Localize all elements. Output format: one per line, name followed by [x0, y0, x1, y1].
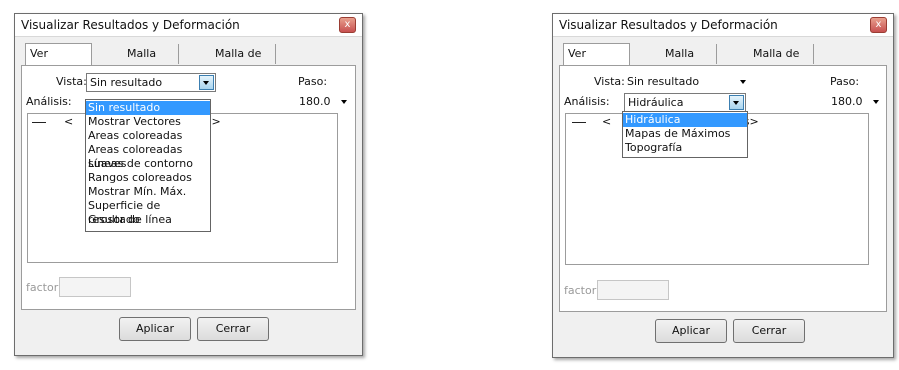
dropdown-option[interactable]: Mostrar Vectores — [86, 115, 210, 129]
close-icon[interactable]: x — [870, 17, 887, 33]
chevron-down-icon[interactable] — [729, 95, 744, 110]
tab-ver-resultados[interactable]: Ver resultados — [25, 43, 93, 80]
dropdown-option[interactable]: Areas coloreadas suaves — [86, 143, 210, 170]
vista-value: Sin resultado — [90, 76, 163, 89]
vista-select[interactable]: Sin resultado — [86, 73, 216, 92]
analisis-label: Análisis: — [564, 95, 610, 108]
chevron-down-icon[interactable] — [740, 80, 746, 84]
dropdown-option[interactable]: Areas coloreadas — [86, 129, 210, 143]
analisis-dropdown-list: Hidráulica Mapas de Máximos Topografía — [622, 111, 748, 158]
chevron-down-icon[interactable] — [199, 75, 214, 90]
apply-button[interactable]: Aplicar — [655, 319, 727, 343]
close-button[interactable]: Cerrar — [733, 319, 805, 343]
dropdown-option[interactable]: Mapas de Máximos — [623, 127, 747, 141]
left-titlebar: Visualizar Resultados y Deformación x — [15, 14, 362, 37]
factor-label: factor: — [26, 281, 62, 294]
paso-label: Paso: — [830, 75, 860, 88]
dropdown-option[interactable]: Sin resultado — [86, 101, 210, 115]
paso-select[interactable]: 180.0 — [828, 93, 884, 110]
left-dialog: Visualizar Resultados y Deformación x Ve… — [14, 13, 363, 356]
analisis-select[interactable]: Hidráulica — [624, 93, 746, 112]
paso-value: 180.0 — [831, 95, 863, 108]
chevron-down-icon[interactable] — [341, 100, 347, 104]
tab-malla-referencia[interactable]: Malla de referencia — [211, 44, 276, 80]
list-item-partial: < — [602, 115, 612, 128]
paso-value: 180.0 — [299, 95, 331, 108]
vista-label: Vista: — [594, 75, 625, 88]
right-panel: Vista: Sin resultado Paso: Análisis: Hid… — [559, 65, 887, 312]
factor-input[interactable] — [597, 280, 669, 300]
tab-ver-resultados[interactable]: Ver resultados — [563, 43, 631, 80]
factor-label: factor: — [564, 284, 600, 297]
tab-malla-principal[interactable]: Malla Principal — [123, 44, 179, 80]
vista-dropdown-list: Sin resultado Mostrar Vectores Areas col… — [85, 99, 211, 232]
right-dialog-title: Visualizar Resultados y Deformación — [559, 18, 778, 32]
line-style-dash — [32, 122, 46, 123]
tab-malla-principal[interactable]: Malla Principal — [661, 44, 717, 80]
vista-label: Vista: — [56, 75, 87, 88]
vista-value: Sin resultado — [627, 75, 700, 88]
dropdown-option[interactable]: Grosor de línea — [86, 213, 210, 227]
dropdown-option[interactable]: Mostrar Mín. Máx. — [86, 185, 210, 199]
chevron-down-icon[interactable] — [873, 100, 879, 104]
factor-input[interactable] — [59, 277, 131, 297]
apply-button[interactable]: Aplicar — [119, 317, 191, 341]
dropdown-option[interactable]: Superficie de resultado — [86, 199, 210, 226]
dropdown-option[interactable]: Hidráulica — [623, 113, 747, 127]
right-dialog: Visualizar Resultados y Deformación x Ve… — [552, 13, 894, 358]
right-titlebar: Visualizar Resultados y Deformación x — [553, 14, 893, 37]
vista-select[interactable]: Sin resultado — [624, 73, 752, 90]
dropdown-option[interactable]: Topografía — [623, 141, 747, 155]
close-icon[interactable]: x — [339, 17, 356, 33]
left-dialog-title: Visualizar Resultados y Deformación — [21, 18, 240, 32]
analisis-label: Análisis: — [26, 95, 72, 108]
list-item-partial: < — [64, 115, 74, 128]
dropdown-option[interactable]: Rangos coloreados — [86, 171, 210, 185]
close-button[interactable]: Cerrar — [197, 317, 269, 341]
line-style-dash — [572, 122, 586, 123]
tab-malla-referencia[interactable]: Malla de referencia — [749, 44, 814, 80]
analisis-value: Hidráulica — [628, 96, 684, 109]
paso-label: Paso: — [298, 75, 328, 88]
paso-select[interactable]: 180.0 — [296, 93, 354, 110]
dropdown-option[interactable]: Líneas de contorno — [86, 157, 210, 171]
